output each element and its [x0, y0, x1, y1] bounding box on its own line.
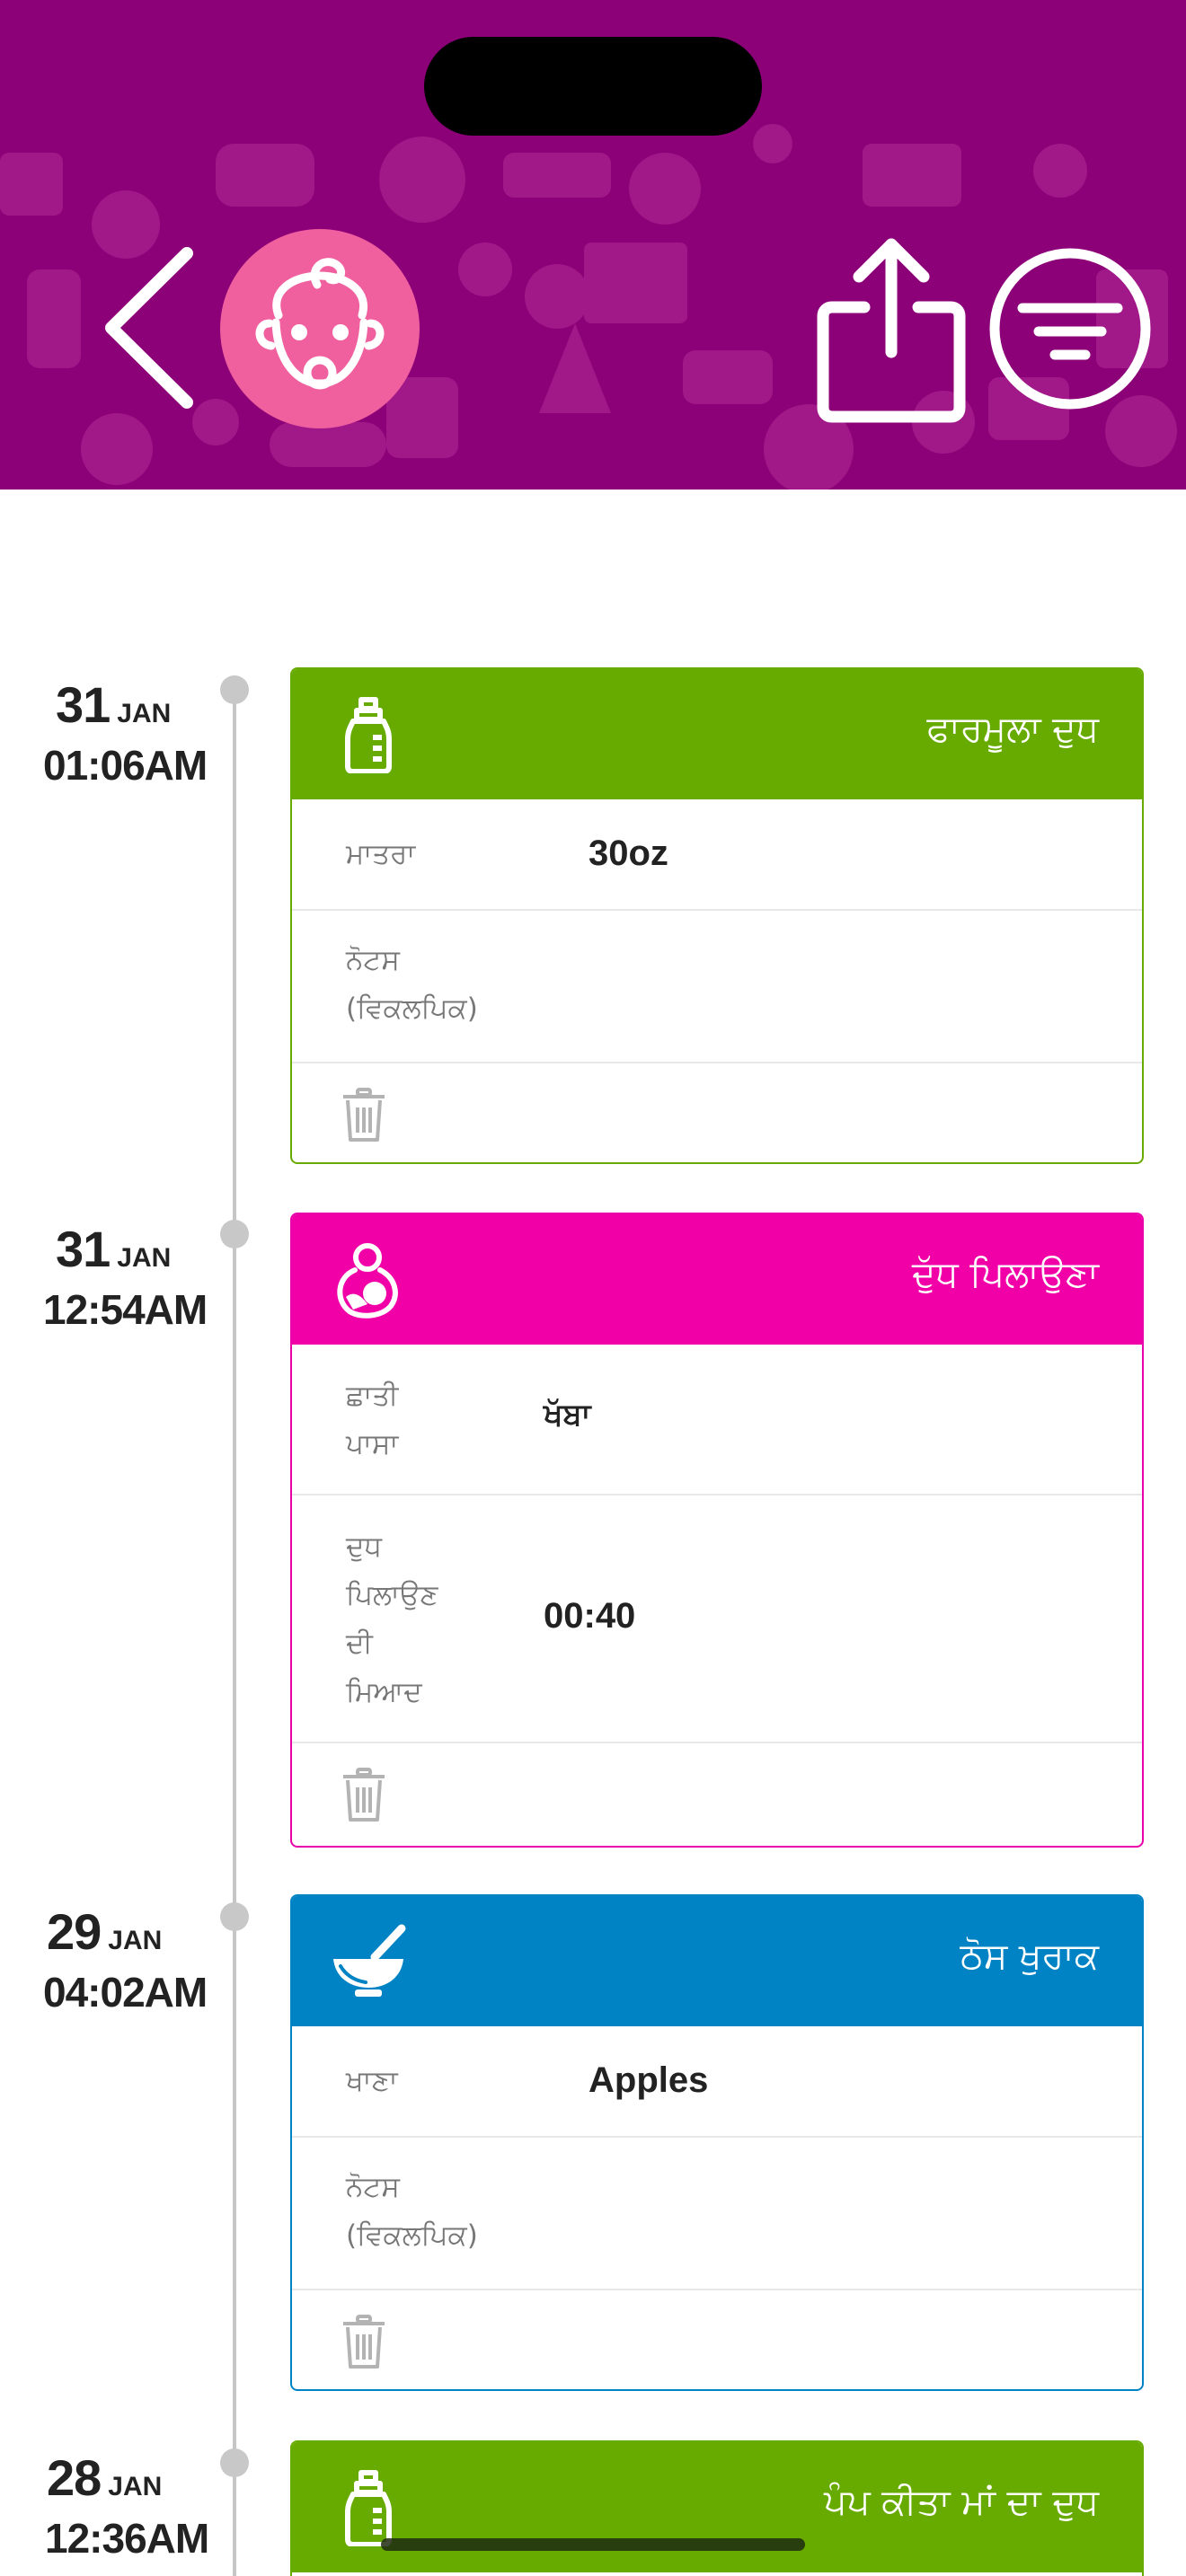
entry-day: 31 [56, 1221, 111, 1277]
entry-time: 01:06AM [43, 742, 208, 789]
card-actions [292, 1063, 1142, 1162]
card-title: ਫਾਰਮੂਲਾ ਦੁਧ [926, 709, 1099, 750]
entry-date: 31 JAN 01:06AM [43, 675, 208, 790]
app-header [0, 0, 1186, 490]
home-indicator[interactable] [381, 2538, 805, 2551]
trash-icon[interactable] [341, 1768, 386, 1823]
detail-label: ਮਾਤਰਾ [346, 838, 416, 870]
detail-row: ਛਾਤੀ ਪਾਸਾ ਖੱਬਾ [292, 1345, 1142, 1495]
detail-value: Apples [589, 2060, 709, 2100]
detail-label: ਖਾਣਾ [346, 2065, 398, 2097]
timeline-dot [220, 1902, 249, 1931]
detail-row: ਨੋਟਸ (ਵਿਕਲਪਿਕ) [292, 911, 1142, 1063]
entry-day: 31 [56, 676, 111, 733]
entry-time: 12:36AM [45, 2515, 209, 2562]
card-actions [292, 2290, 1142, 2389]
trash-icon[interactable] [341, 1088, 386, 1143]
share-icon[interactable] [816, 235, 967, 424]
entry-month: JAN [108, 1926, 163, 1955]
feeding-entry-card[interactable]: ਫਾਰਮੂਲਾ ਦੁਧ ਮਾਤਰਾ 30oz ਨੋਟਸ (ਵਿਕਲਪਿਕ) [290, 667, 1144, 1164]
detail-row: ਖਾਣਾ Apples [292, 2026, 1142, 2138]
baby-avatar[interactable] [220, 229, 420, 428]
entry-date: 28 JAN 12:36AM [45, 2448, 209, 2563]
detail-row: ਮਾਤਰਾ 30oz [292, 799, 1142, 911]
detail-label: ਨੋਟਸ (ਵਿਕਲਪਿਕ) [346, 2171, 478, 2252]
feeding-entry-card[interactable]: ਦੁੱਧ ਪਿਲਾਉਣਾ ਛਾਤੀ ਪਾਸਾ ਖੱਬਾ ਦੁਧ ਪਿਲਾਉਣ ਦੀ ਮਿ… [290, 1213, 1144, 1848]
timeline-dot [220, 675, 249, 704]
detail-value: 00:40 [544, 1596, 636, 1636]
card-title: ਦੁੱਧ ਪਿਲਾਉਣਾ [912, 1254, 1099, 1295]
entry-date: 31 JAN 12:54AM [43, 1220, 208, 1334]
timeline-line [233, 687, 236, 2576]
entry-day: 28 [47, 2449, 102, 2506]
detail-label: ਛਾਤੀ ਪਾਸਾ [346, 1380, 399, 1460]
entry-month: JAN [117, 699, 172, 728]
timeline-dot [220, 2448, 249, 2477]
entry-date: 29 JAN 04:02AM [43, 1902, 208, 2016]
entry-month: JAN [117, 1243, 172, 1273]
entry-day: 29 [47, 1903, 102, 1960]
bottle-icon [345, 2470, 392, 2546]
entry-time: 04:02AM [43, 1969, 208, 2016]
detail-row: ਨੋਟਸ (ਵਿਕਲਪਿਕ) [292, 2138, 1142, 2290]
card-title: ਠੋਸ ਖੁਰਾਕ [960, 1936, 1099, 1977]
detail-row: ਦੁਧ ਪਿਲਾਉਣ ਦੀ ਮਿਆਦ 00:40 [292, 1495, 1142, 1743]
feeding-entry-card[interactable]: ਠੋਸ ਖੁਰਾਕ ਖਾਣਾ Apples ਨੋਟਸ (ਵਿਕਲਪਿਕ) [290, 1894, 1144, 2391]
detail-value: 30oz [589, 834, 668, 873]
entry-time: 12:54AM [43, 1286, 208, 1333]
entry-month: JAN [108, 2472, 163, 2501]
filter-icon[interactable] [988, 247, 1152, 410]
back-chevron-icon[interactable] [99, 243, 207, 413]
detail-label: ਨੋਟਸ (ਵਿਕਲਪਿਕ) [346, 944, 478, 1025]
feeding-entry-card[interactable]: ਪੰਪ ਕੀਤਾ ਮਾਂ ਦਾ ਦੁਧ [290, 2440, 1144, 2576]
breastfeeding-icon [337, 1243, 398, 1319]
card-header: ਠੋਸ ਖੁਰਾਕ [292, 1896, 1142, 2026]
card-header: ਫਾਰਮੂਲਾ ਦੁਧ [292, 669, 1142, 799]
bottle-icon [345, 697, 392, 773]
baby-face-icon [255, 258, 385, 390]
detail-label: ਦੁਧ ਪਿਲਾਉਣ ਦੀ ਮਿਆਦ [346, 1531, 438, 1708]
trash-icon[interactable] [341, 2315, 386, 2370]
card-header: ਦੁੱਧ ਪਿਲਾਉਣਾ [292, 1214, 1142, 1345]
device-notch [424, 37, 762, 136]
detail-value: ਖੱਬਾ [544, 1397, 591, 1433]
card-title: ਪੰਪ ਕੀਤਾ ਮਾਂ ਦਾ ਦੁਧ [823, 2482, 1099, 2523]
card-header: ਪੰਪ ਕੀਤਾ ਮਾਂ ਦਾ ਦੁਧ [292, 2442, 1142, 2572]
mortar-bowl-icon [333, 1924, 406, 1997]
timeline-dot [220, 1220, 249, 1248]
card-actions [292, 1743, 1142, 1846]
